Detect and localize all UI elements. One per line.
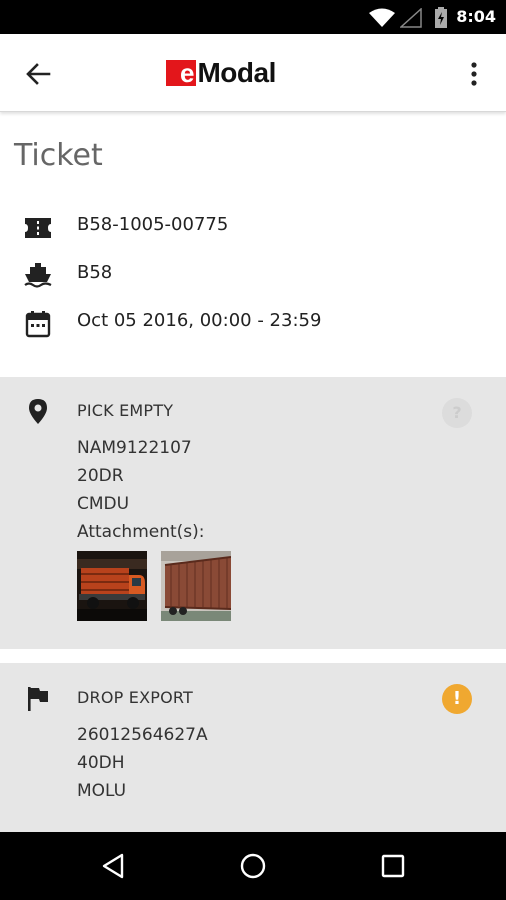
ticket-number: B58-1005-00775 bbox=[77, 214, 229, 235]
calendar-icon bbox=[25, 311, 51, 338]
ticket-number-row: B58-1005-00775 bbox=[0, 210, 506, 246]
system-nav-bar bbox=[0, 832, 506, 900]
drop-booking-number: 26012564627A bbox=[77, 725, 208, 745]
ship-icon bbox=[24, 263, 52, 288]
ticket-icon bbox=[25, 218, 51, 238]
help-icon[interactable]: ? bbox=[442, 398, 472, 428]
attachment-thumbnail-container[interactable] bbox=[161, 551, 231, 621]
battery-charging-icon bbox=[435, 7, 447, 28]
drop-export-card[interactable]: DROP EXPORT ! 26012564627A 40DH MOLU bbox=[0, 663, 506, 832]
drop-size-type: 40DH bbox=[77, 753, 125, 773]
wifi-icon bbox=[369, 8, 395, 27]
overflow-menu-icon[interactable] bbox=[462, 60, 486, 88]
pick-container-number: NAM9122107 bbox=[77, 438, 192, 458]
back-arrow-icon[interactable] bbox=[22, 58, 54, 90]
attachments-label: Attachment(s): bbox=[77, 522, 205, 542]
emodal-logo: e Modal bbox=[166, 57, 276, 88]
location-pin-icon bbox=[29, 399, 47, 424]
drop-line-operator: MOLU bbox=[77, 781, 127, 801]
pick-empty-title: PICK EMPTY bbox=[77, 401, 174, 420]
drop-export-title: DROP EXPORT bbox=[77, 688, 194, 707]
pick-size-type: 20DR bbox=[77, 466, 124, 486]
status-bar: 8:04 bbox=[0, 0, 506, 34]
date-range: Oct 05 2016, 00:00 - 23:59 bbox=[77, 310, 322, 331]
app-bar: e Modal bbox=[0, 34, 506, 112]
terminal-row: B58 bbox=[0, 258, 506, 294]
nav-home-icon[interactable] bbox=[236, 849, 270, 883]
warning-icon[interactable]: ! bbox=[442, 684, 472, 714]
attachment-thumbnail-truck[interactable] bbox=[77, 551, 147, 621]
nav-recents-icon[interactable] bbox=[376, 849, 410, 883]
logo-e: e bbox=[166, 58, 197, 88]
pick-line-operator: CMDU bbox=[77, 494, 130, 514]
cell-signal-icon bbox=[400, 8, 422, 28]
status-time: 8:04 bbox=[456, 7, 496, 26]
logo-text: Modal bbox=[197, 57, 276, 88]
flag-icon bbox=[28, 687, 48, 711]
nav-back-icon[interactable] bbox=[96, 849, 130, 883]
terminal-code: B58 bbox=[77, 262, 113, 283]
date-row: Oct 05 2016, 00:00 - 23:59 bbox=[0, 306, 506, 342]
pick-empty-card[interactable]: PICK EMPTY ? NAM9122107 20DR CMDU Attach… bbox=[0, 377, 506, 649]
page-title: Ticket bbox=[14, 138, 103, 173]
